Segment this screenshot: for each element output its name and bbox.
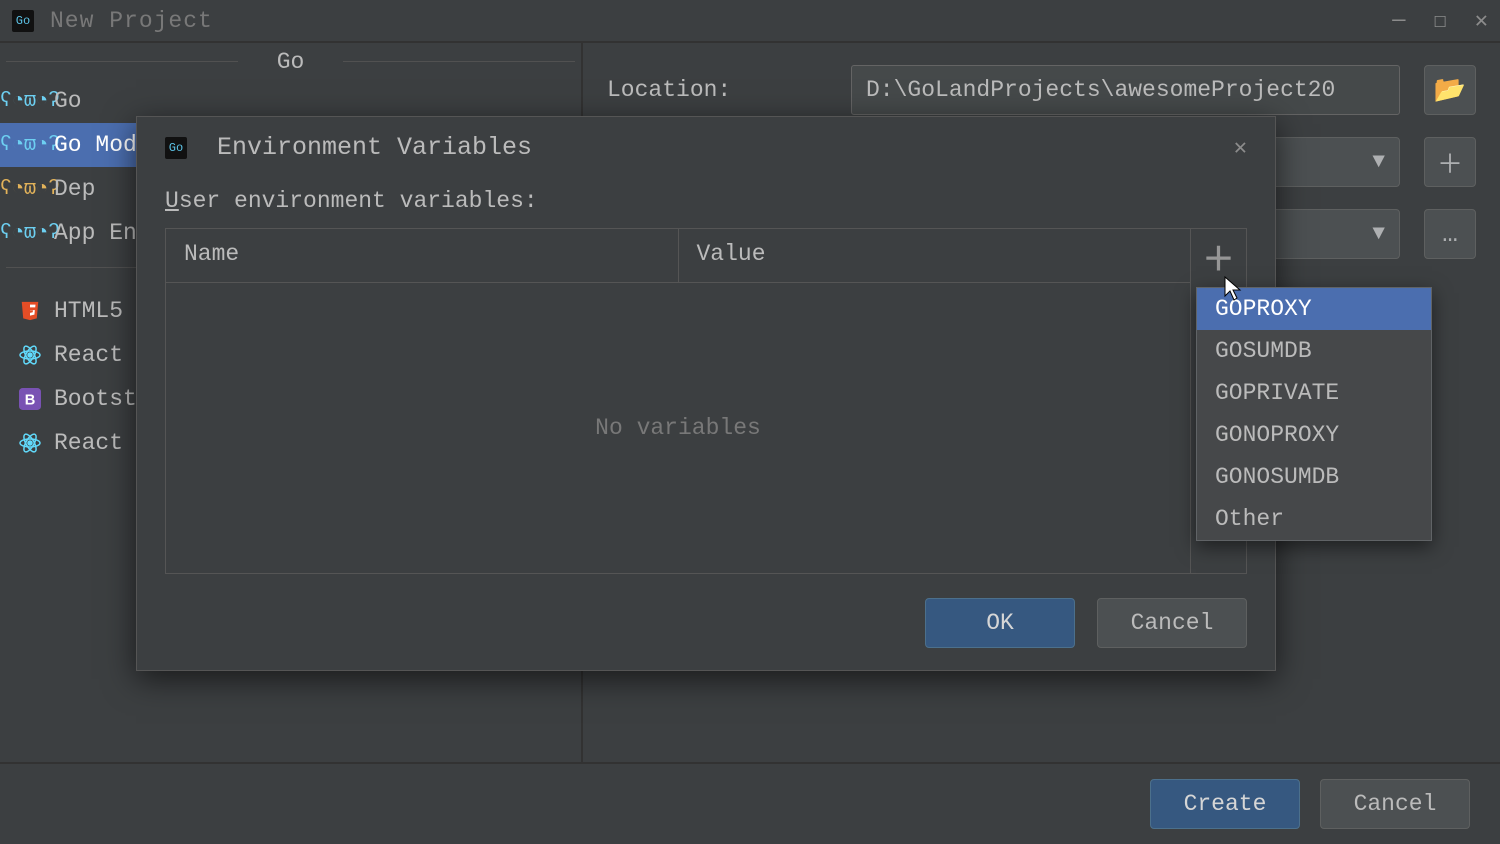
chevron-down-icon: ▼ xyxy=(1372,151,1385,174)
ellipsis-icon: … xyxy=(1442,219,1458,249)
app-icon: Go xyxy=(165,137,187,159)
go-gopher-icon: ʕ◔ϖ◔ʔ xyxy=(18,89,42,113)
sidebar-item-label: Dep xyxy=(54,176,95,202)
env-vars-dialog: Go Environment Variables ✕ User environm… xyxy=(136,116,1276,671)
env-col-value: Value xyxy=(679,229,1191,282)
dialog-ok-button[interactable]: OK xyxy=(925,598,1075,648)
bootstrap-icon: B xyxy=(18,387,42,411)
dialog-header: Go Environment Variables ✕ xyxy=(165,133,1247,162)
title-bar: Go New Project — ☐ ✕ xyxy=(0,0,1500,43)
location-input[interactable] xyxy=(851,65,1400,115)
close-icon: ✕ xyxy=(1234,136,1247,161)
location-label: Location: xyxy=(607,77,827,103)
dep-icon: ʕ◔ϖ◔ʔ xyxy=(18,177,42,201)
dropdown-item-gosumdb[interactable]: GOSUMDB xyxy=(1197,330,1431,372)
dropdown-item-goproxy[interactable]: GOPROXY xyxy=(1197,288,1431,330)
env-col-name: Name xyxy=(166,229,679,282)
dropdown-item-goprivate[interactable]: GOPRIVATE xyxy=(1197,372,1431,414)
svg-text:B: B xyxy=(25,393,36,409)
subtitle-rest: ser environment variables: xyxy=(179,188,538,214)
button-label: Create xyxy=(1184,791,1267,817)
env-empty-text: No variables xyxy=(166,283,1190,573)
button-label: Cancel xyxy=(1354,791,1437,817)
chevron-down-icon: ▼ xyxy=(1372,223,1385,246)
minimize-icon[interactable]: — xyxy=(1392,8,1405,34)
folder-icon: 📂 xyxy=(1434,75,1466,106)
close-icon[interactable]: ✕ xyxy=(1475,8,1488,34)
window-controls: — ☐ ✕ xyxy=(1392,8,1488,34)
dropdown-item-gonoproxy[interactable]: GONOPROXY xyxy=(1197,414,1431,456)
go-gopher-icon: ʕ◔ϖ◔ʔ xyxy=(18,221,42,245)
window-title: New Project xyxy=(50,8,213,34)
more-button[interactable]: … xyxy=(1424,209,1476,259)
env-table-header: Name Value xyxy=(166,229,1190,283)
env-table-cols: Name Value No variables xyxy=(166,229,1190,573)
dialog-title: Environment Variables xyxy=(217,133,532,162)
sdk-add-button[interactable]: ＋ xyxy=(1424,137,1476,187)
dialog-cancel-button[interactable]: Cancel xyxy=(1097,598,1247,648)
location-row: Location: 📂 xyxy=(607,65,1476,115)
env-var-dropdown: GOPROXY GOSUMDB GOPRIVATE GONOPROXY GONO… xyxy=(1196,287,1432,541)
env-add-button[interactable]: ＋ xyxy=(1201,239,1237,275)
dialog-close-button[interactable]: ✕ xyxy=(1234,135,1247,161)
go-gopher-icon: ʕ◔ϖ◔ʔ xyxy=(18,133,42,157)
dialog-subtitle: User environment variables: xyxy=(165,188,1247,214)
env-table: Name Value No variables ＋ xyxy=(165,228,1247,574)
dialog-buttons: OK Cancel xyxy=(165,598,1247,648)
maximize-icon[interactable]: ☐ xyxy=(1434,8,1447,34)
plus-icon: ＋ xyxy=(1437,144,1463,181)
app-icon: Go xyxy=(12,10,34,32)
html5-icon xyxy=(18,299,42,323)
browse-button[interactable]: 📂 xyxy=(1424,65,1476,115)
subtitle-underline: U xyxy=(165,188,179,214)
sidebar-item-label: HTML5 xyxy=(54,298,123,324)
dropdown-item-other[interactable]: Other xyxy=(1197,498,1431,540)
button-label: OK xyxy=(986,610,1014,636)
sidebar-section-go: Go xyxy=(0,43,581,79)
cancel-button[interactable]: Cancel xyxy=(1320,779,1470,829)
sidebar-item-label: Go xyxy=(54,88,82,114)
plus-icon: ＋ xyxy=(1202,234,1234,280)
dropdown-item-gonosumdb[interactable]: GONOSUMDB xyxy=(1197,456,1431,498)
bottom-bar: Create Cancel xyxy=(0,762,1500,844)
button-label: Cancel xyxy=(1131,610,1214,636)
react-icon xyxy=(18,343,42,367)
create-button[interactable]: Create xyxy=(1150,779,1300,829)
react-icon xyxy=(18,431,42,455)
